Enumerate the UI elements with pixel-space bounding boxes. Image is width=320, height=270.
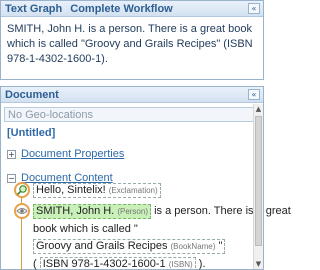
text-graph-panel: Text Graph Complete Workflow « SMITH, Jo… bbox=[0, 0, 264, 80]
person-tag: (Person) bbox=[117, 207, 148, 216]
scroll-up-icon[interactable]: ▲ bbox=[254, 104, 263, 114]
complete-workflow-tab[interactable]: Complete Workflow bbox=[70, 3, 172, 15]
magnifier-icon[interactable] bbox=[14, 182, 30, 198]
document-scrollbar[interactable]: ▲ ▼ bbox=[253, 104, 263, 269]
eye-icon[interactable] bbox=[14, 203, 30, 219]
text-graph-title: Text Graph bbox=[5, 2, 63, 15]
collapse-icon[interactable]: « bbox=[248, 3, 260, 14]
document-properties-link[interactable]: Document Properties bbox=[21, 148, 124, 160]
text-graph-header: Text Graph Complete Workflow « bbox=[1, 1, 263, 17]
isbn-line: ( ISBN 978-1-4302-1600-1 (ISBN) ). bbox=[33, 257, 206, 270]
isbn-open: ( bbox=[33, 258, 37, 270]
exclamation-annotation[interactable]: Hello, Sintelix! (Exclamation) bbox=[33, 183, 161, 198]
collapse-icon[interactable]: « bbox=[248, 89, 260, 100]
exclamation-tag: (Exclamation) bbox=[108, 186, 158, 195]
document-properties-node[interactable]: + Document Properties bbox=[7, 147, 263, 161]
bookname-tag: (BookName) bbox=[170, 242, 216, 251]
text-graph-body: SMITH, John H. is a person. There is a g… bbox=[7, 23, 253, 65]
isbn-close: ). bbox=[198, 258, 206, 270]
scroll-down-icon[interactable]: ▼ bbox=[254, 259, 263, 269]
smith-text: SMITH, John H. bbox=[36, 205, 115, 217]
isbn-text: ISBN 978-1-4302-1600-1 bbox=[42, 258, 166, 270]
isbn-tag: (ISBN) bbox=[168, 260, 193, 269]
no-geo-locations-field: No Geo-locations bbox=[4, 107, 260, 122]
book-title-line: Groovy and Grails Recipes (BookName) " bbox=[33, 239, 226, 254]
after-smith-text: is a person. There is a great bbox=[154, 205, 291, 217]
collapse-tree-icon[interactable]: − bbox=[7, 173, 16, 183]
bookname-annotation[interactable]: Groovy and Grails Recipes (BookName) " bbox=[33, 239, 226, 254]
hello-text: Hello, Sintelix! bbox=[36, 184, 106, 196]
document-untitled-title[interactable]: [Untitled] bbox=[7, 127, 263, 139]
expand-icon[interactable]: + bbox=[7, 149, 16, 159]
scroll-thumb[interactable] bbox=[255, 116, 262, 246]
isbn-annotation[interactable]: ISBN 978-1-4302-1600-1 (ISBN) bbox=[39, 257, 196, 270]
person-annotation[interactable]: SMITH, John H. (Person) bbox=[33, 204, 151, 219]
document-panel: Document « No Geo-locations [Untitled] +… bbox=[0, 86, 291, 270]
quote-close: " bbox=[218, 240, 223, 252]
book-called-line: book which is called " bbox=[33, 223, 138, 235]
hello-line: Hello, Sintelix! (Exclamation) bbox=[33, 183, 161, 198]
book-title-text: Groovy and Grails Recipes bbox=[36, 240, 168, 252]
document-header: Document « bbox=[1, 87, 263, 103]
document-title: Document bbox=[5, 88, 59, 101]
